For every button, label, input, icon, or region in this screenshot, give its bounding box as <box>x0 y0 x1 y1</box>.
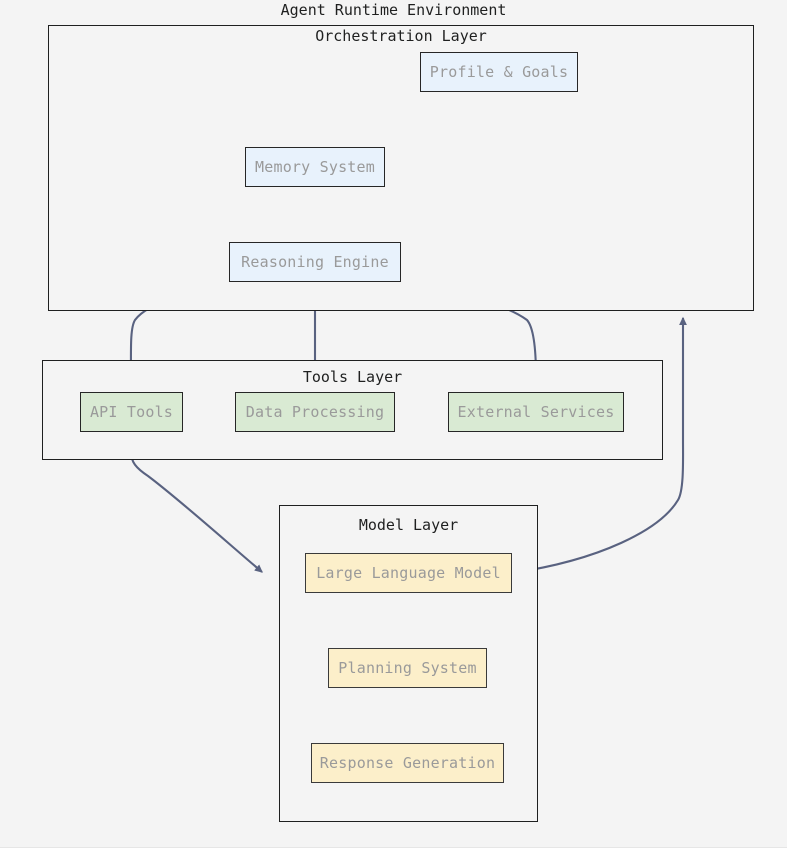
node-memory-system[interactable]: Memory System <box>245 147 385 187</box>
node-large-language-model[interactable]: Large Language Model <box>305 553 512 593</box>
cluster-label-model-layer: Model Layer <box>358 516 459 534</box>
node-api-tools[interactable]: API Tools <box>80 392 183 432</box>
cluster-label-tools-layer: Tools Layer <box>302 368 403 386</box>
node-external-services[interactable]: External Services <box>448 392 624 432</box>
cluster-label-orchestration-layer: Orchestration Layer <box>315 27 487 45</box>
node-reasoning-engine[interactable]: Reasoning Engine <box>229 242 401 282</box>
diagram-title: Agent Runtime Environment <box>280 1 507 19</box>
node-planning-system[interactable]: Planning System <box>328 648 487 688</box>
node-response-generation[interactable]: Response Generation <box>311 743 504 783</box>
diagram-canvas: Agent Runtime Environment Orchestration <box>0 0 787 848</box>
node-data-processing[interactable]: Data Processing <box>235 392 395 432</box>
node-profile-and-goals[interactable]: Profile & Goals <box>420 52 578 92</box>
cluster-orchestration-layer <box>48 25 754 311</box>
